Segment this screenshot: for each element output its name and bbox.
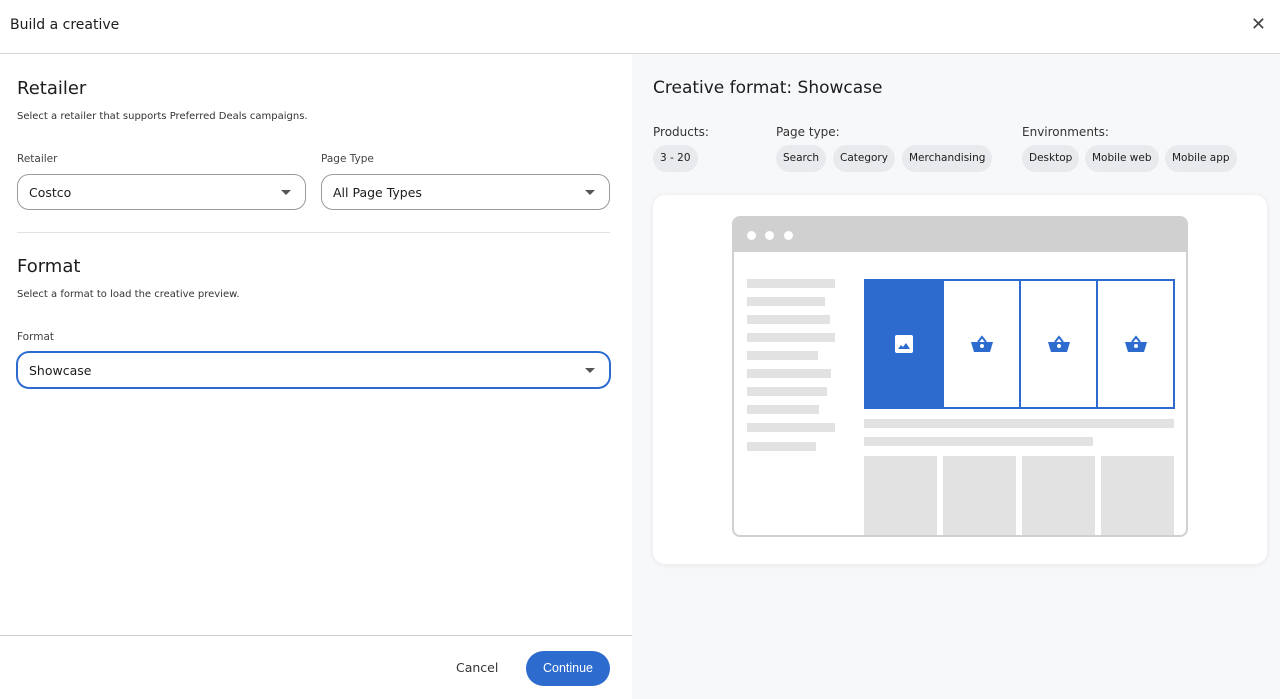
preview-title: Creative format: Showcase xyxy=(653,78,883,98)
retailer-value: Costco xyxy=(29,185,72,200)
products-label: Products: xyxy=(653,125,709,139)
continue-button[interactable]: Continue xyxy=(526,651,610,686)
page-type-chip: Search xyxy=(776,145,827,172)
form-panel: Retailer Select a retailer that supports… xyxy=(0,54,632,699)
page-type-label: Page type: xyxy=(776,125,840,139)
format-subtitle: Select a format to load the creative pre… xyxy=(17,289,240,300)
page-type-chip: Merchandising xyxy=(902,145,993,172)
window-dot xyxy=(747,231,756,240)
image-icon xyxy=(895,335,913,353)
page-type-value: All Page Types xyxy=(333,185,422,200)
page-type-chip: Category xyxy=(833,145,895,172)
format-heading: Format xyxy=(17,256,81,277)
page-type-label: Page Type xyxy=(321,153,374,165)
retailer-heading: Retailer xyxy=(17,78,87,99)
environment-chip: Mobile web xyxy=(1085,145,1159,172)
retailer-label: Retailer xyxy=(17,153,58,165)
preview-panel: Creative format: Showcase Products: 3 - … xyxy=(632,54,1280,699)
format-select[interactable]: Showcase xyxy=(17,352,610,388)
footer-divider xyxy=(0,635,632,636)
basket-icon xyxy=(1047,335,1070,352)
retailer-subtitle: Select a retailer that supports Preferre… xyxy=(17,111,308,122)
chevron-down-icon xyxy=(281,190,291,195)
basket-icon xyxy=(970,335,993,352)
browser-bar xyxy=(734,218,1186,252)
cancel-button[interactable]: Cancel xyxy=(456,660,498,675)
showcase-image-tile xyxy=(864,279,944,409)
environment-chip: Desktop xyxy=(1022,145,1080,172)
chevron-down-icon xyxy=(585,368,595,373)
chevron-down-icon xyxy=(585,190,595,195)
retailer-select[interactable]: Costco xyxy=(17,174,306,210)
dialog-header: Build a creative ✕ xyxy=(0,0,1280,54)
environment-chip: Mobile app xyxy=(1165,145,1237,172)
format-label: Format xyxy=(17,331,55,343)
product-tile xyxy=(1096,279,1175,409)
dialog-title: Build a creative xyxy=(10,17,120,33)
product-tile xyxy=(1019,279,1098,409)
page-type-select[interactable]: All Page Types xyxy=(321,174,610,210)
basket-icon xyxy=(1124,335,1147,352)
creative-preview-card xyxy=(653,195,1267,564)
divider xyxy=(17,232,610,233)
browser-mockup xyxy=(732,216,1188,537)
close-icon[interactable]: ✕ xyxy=(1251,14,1266,35)
environments-label: Environments: xyxy=(1022,125,1109,139)
format-value: Showcase xyxy=(29,363,92,378)
window-dot xyxy=(765,231,774,240)
products-chip: 3 - 20 xyxy=(653,145,698,172)
product-tile xyxy=(942,279,1021,409)
window-dot xyxy=(784,231,793,240)
